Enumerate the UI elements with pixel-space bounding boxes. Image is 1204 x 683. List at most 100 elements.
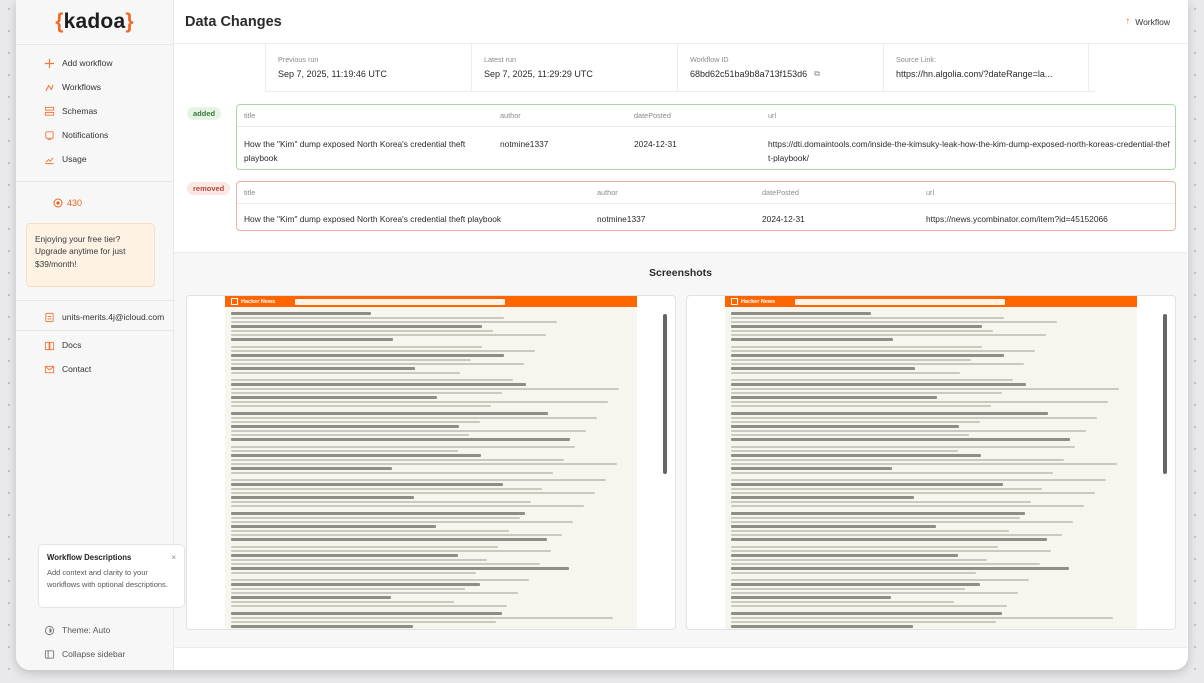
sidebar-item-workflows[interactable]: Workflows — [16, 75, 173, 99]
kadoa-logo[interactable]: { kadoa } — [16, 0, 173, 44]
sidebar-item-add-workflow[interactable]: Add workflow — [16, 51, 173, 75]
collapse-sidebar-button[interactable]: Collapse sidebar — [16, 642, 174, 666]
workflow-link[interactable]: ↑ Workflow — [1125, 16, 1170, 27]
text-line — [731, 388, 1119, 390]
text-line — [231, 492, 595, 494]
text-line — [231, 601, 454, 603]
screenshot-previous[interactable]: Hacker News — [186, 295, 676, 630]
text-line — [731, 554, 958, 557]
cell-title: How the "Kim" dump exposed North Korea's… — [244, 214, 502, 224]
rail-dot — [1194, 492, 1196, 494]
sidebar-item-usage[interactable]: Usage — [16, 147, 173, 171]
text-line — [231, 501, 531, 503]
rail-dot — [1194, 316, 1196, 318]
card-text: Add context and clarity to your workflow… — [47, 568, 168, 589]
theme-toggle[interactable]: Theme: Auto — [16, 618, 174, 642]
user-icon — [43, 311, 55, 323]
sidebar-item-label: Contact — [62, 364, 92, 374]
rail-dot — [1194, 602, 1196, 604]
text-line — [731, 383, 1026, 386]
page-header: Data Changes ↑ Workflow — [174, 0, 1188, 44]
sidebar-item-docs[interactable]: Docs — [16, 333, 174, 357]
hn-title: Hacker News — [241, 298, 276, 305]
text-line — [731, 367, 915, 370]
column-url: url — [926, 188, 935, 197]
text-line — [731, 530, 1009, 532]
book-icon — [43, 339, 55, 351]
rail-dot — [8, 8, 10, 10]
text-line — [731, 588, 965, 590]
meta-value: Sep 7, 2025, 11:19:46 UTC — [278, 69, 471, 79]
rail-dot — [8, 360, 10, 362]
account-menu[interactable]: units-merits.4j@icloud.com — [16, 305, 174, 329]
text-line — [731, 438, 1070, 441]
sidebar-collapse-icon — [43, 648, 55, 660]
column-title: title — [244, 111, 256, 120]
text-line — [731, 579, 1029, 581]
chart-icon — [43, 153, 55, 165]
rail-dot — [8, 96, 10, 98]
rail-dot — [8, 382, 10, 384]
table-header: title author datePosted url — [237, 105, 1175, 127]
column-author: author — [500, 111, 521, 120]
meta-value-text: Sep 7, 2025, 11:19:46 UTC — [278, 69, 387, 79]
sidebar-item-schemas[interactable]: Schemas — [16, 99, 173, 123]
text-line — [731, 379, 1013, 381]
page-title: Data Changes — [185, 13, 282, 30]
rail-dot — [1194, 294, 1196, 296]
rail-dot — [1194, 646, 1196, 648]
rail-dot — [8, 162, 10, 164]
rail-dot — [1194, 228, 1196, 230]
text-line — [731, 479, 1106, 481]
credits-counter[interactable]: 430 — [16, 198, 173, 208]
collapse-label: Collapse sidebar — [62, 649, 126, 659]
text-line — [231, 567, 569, 570]
right-dot-rail — [1190, 0, 1200, 683]
screenshots-title: Screenshots — [648, 267, 713, 279]
sidebar-item-notifications[interactable]: Notifications — [16, 123, 173, 147]
close-icon[interactable]: × — [171, 552, 176, 564]
text-line — [231, 425, 459, 428]
sidebar-nav: Add workflow Workflows Schemas Notificat… — [16, 45, 173, 171]
rail-dot — [8, 118, 10, 120]
table-header: title author datePosted url — [237, 182, 1175, 204]
cell-url[interactable]: https://dti.domaintools.com/inside-the-k… — [768, 138, 1170, 166]
scrollbar[interactable] — [1163, 314, 1167, 474]
rail-dot — [8, 492, 10, 494]
meta-value-text[interactable]: 68bd62c51ba9b8a713f153d6 — [690, 69, 807, 79]
text-line — [731, 334, 1046, 336]
rail-dot — [1194, 140, 1196, 142]
cell-url[interactable]: https://news.ycombinator.com/item?id=451… — [926, 213, 1108, 227]
scrollbar[interactable] — [663, 314, 667, 474]
rail-dot — [1194, 558, 1196, 560]
hn-search-box — [795, 298, 1006, 305]
rail-dot — [1194, 250, 1196, 252]
rail-dot — [8, 206, 10, 208]
screenshot-latest[interactable]: Hacker News — [686, 295, 1176, 630]
text-line — [231, 463, 617, 465]
text-line — [231, 617, 613, 619]
sidebar-divider — [16, 181, 173, 182]
text-line — [231, 625, 413, 628]
text-line — [231, 534, 562, 536]
account-email: units-merits.4j@icloud.com — [62, 312, 165, 322]
text-line — [731, 350, 1035, 352]
text-line — [731, 405, 991, 407]
source-link[interactable]: https://hn.algolia.com/?dateRange=la... — [896, 69, 1052, 79]
rail-dot — [1194, 382, 1196, 384]
upgrade-promo[interactable]: Enjoying your free tier? Upgrade anytime… — [26, 223, 155, 287]
cell-title: How the "Kim" dump exposed North Korea's… — [244, 139, 466, 163]
copy-icon[interactable]: ⧉ — [814, 69, 820, 79]
rail-dot — [1194, 30, 1196, 32]
text-line — [231, 579, 529, 581]
text-line — [731, 483, 1003, 486]
meta-source-link: Source Link: https://hn.algolia.com/?dat… — [883, 44, 1089, 91]
removed-badge: removed — [187, 182, 231, 195]
text-line — [731, 621, 996, 623]
text-line — [731, 534, 1062, 536]
text-line — [731, 454, 981, 457]
meta-previous-run: Previous run Sep 7, 2025, 11:19:46 UTC — [265, 44, 471, 91]
sidebar-item-contact[interactable]: Contact — [16, 357, 174, 381]
sidebar-footer: Theme: Auto Collapse sidebar — [16, 618, 174, 666]
text-line — [731, 505, 1084, 507]
